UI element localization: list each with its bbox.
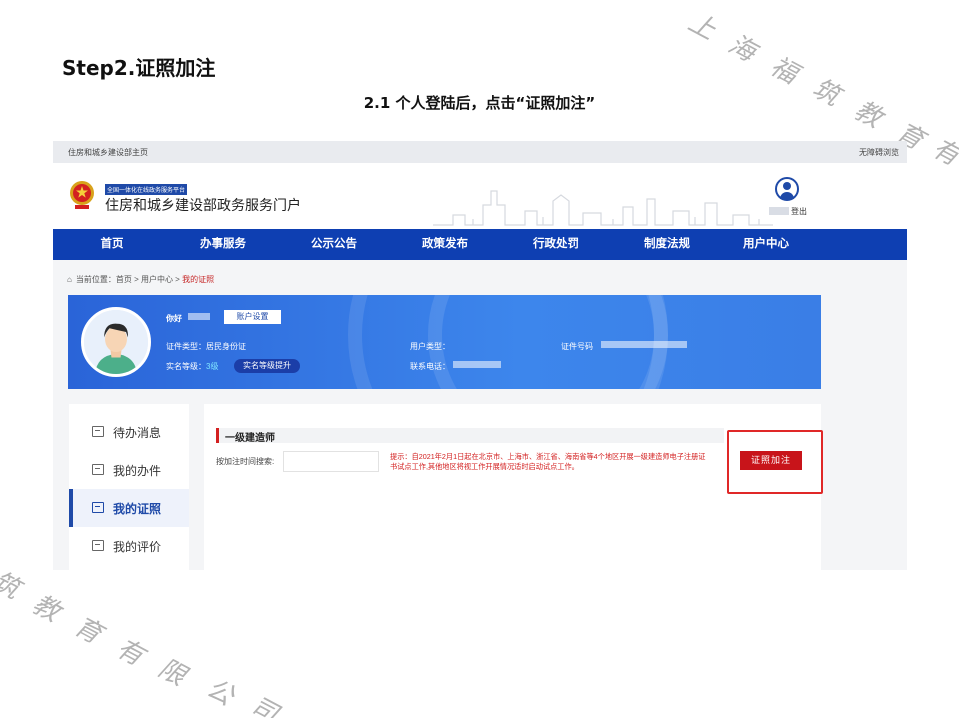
- username-blurred: [769, 207, 789, 215]
- watermark-char: 公: [201, 673, 239, 713]
- document-icon: [92, 464, 104, 475]
- city-skyline-icon: [433, 190, 773, 226]
- nav-regulations[interactable]: 制度法规: [627, 229, 707, 260]
- pilot-notice: 提示：自2021年2月1日起在北京市、上海市、浙江省、海南省等4个地区开展一级建…: [390, 452, 706, 471]
- panel-title: 一级建造师: [225, 433, 275, 444]
- sidebar-item-my-certificates[interactable]: 我的证照: [69, 489, 189, 527]
- breadcrumb-path[interactable]: 当前位置：首页 > 用户中心 >: [76, 275, 182, 284]
- name-blurred: [188, 313, 210, 320]
- nav-services[interactable]: 办事服务: [183, 229, 263, 260]
- search-date-input[interactable]: [283, 451, 379, 472]
- watermark-char: 上: [683, 7, 721, 47]
- id-type: 证件类型：居民身份证: [166, 342, 246, 351]
- phone: 联系电话：: [410, 362, 450, 371]
- nav-penalties[interactable]: 行政处罚: [516, 229, 596, 260]
- watermark-char: 司: [245, 691, 283, 718]
- profile-card: 你好 账户设置 证件类型：居民身份证 实名等级：3级 实名等级提升 用户类型： …: [68, 295, 821, 389]
- watermark-char: 有: [111, 633, 149, 673]
- breadcrumb: ⌂ 当前位置：首页 > 用户中心 > 我的证照: [67, 274, 214, 285]
- watermark-char: 海: [723, 29, 761, 69]
- sidebar-item-messages[interactable]: 待办消息: [69, 413, 189, 451]
- site-banner: 全国一体化在线政务服务平台 住房和城乡建设部政务服务门户 登出: [53, 163, 907, 229]
- message-icon: [92, 426, 104, 437]
- profile-avatar: [81, 307, 151, 377]
- certificate-icon: [92, 502, 104, 513]
- watermark-char: 福: [765, 51, 803, 91]
- sidebar-item-label: 我的评价: [113, 540, 162, 554]
- id-number-label: 证件号码: [561, 342, 593, 351]
- slide-title: Step2.证照加注: [62, 56, 216, 80]
- breadcrumb-current: 我的证照: [182, 275, 215, 284]
- website-screenshot: 住房和城乡建设部主页 无障碍浏览 全国一体化在线政务服务平台 住房和城乡建设部政…: [53, 141, 907, 570]
- realname-level: 实名等级：3级: [166, 361, 218, 372]
- search-label: 按加注时间搜索:: [216, 457, 275, 466]
- user-type: 用户类型：: [410, 342, 450, 351]
- realname-level-value: 3级: [206, 362, 219, 371]
- platform-tag: 全国一体化在线政务服务平台: [105, 184, 188, 195]
- user-avatar-icon[interactable]: [775, 177, 799, 201]
- id-number-blurred: [601, 341, 687, 348]
- top-strip: 住房和城乡建设部主页 无障碍浏览: [53, 141, 907, 163]
- national-emblem-icon: [70, 181, 94, 209]
- account-settings-button[interactable]: 账户设置: [224, 310, 281, 324]
- comment-icon: [92, 540, 104, 551]
- watermark-char: 育: [69, 611, 107, 651]
- sidebar-item-my-reviews[interactable]: 我的评价: [69, 527, 189, 565]
- watermark-char: 筑: [0, 566, 25, 606]
- portal-name[interactable]: 住房和城乡建设部政务服务门户: [105, 195, 301, 215]
- level-upgrade-button[interactable]: 实名等级提升: [234, 359, 300, 373]
- logout-link[interactable]: 登出: [791, 206, 807, 217]
- watermark-char: 教: [27, 589, 65, 629]
- sidebar-item-label: 待办消息: [113, 426, 162, 440]
- nav-announcements[interactable]: 公示公告: [294, 229, 374, 260]
- highlight-box: [727, 430, 823, 494]
- greeting: 你好: [166, 314, 182, 323]
- main-nav: 首页 办事服务 公示公告 政策发布 行政处罚 制度法规 用户中心: [53, 229, 907, 260]
- phone-blurred: [453, 361, 501, 368]
- user-sidebar: 待办消息 我的办件 我的证照 我的评价: [69, 404, 189, 570]
- person-avatar-icon: [84, 310, 148, 374]
- nav-user-center[interactable]: 用户中心: [726, 229, 806, 260]
- sidebar-item-label: 我的办件: [113, 464, 162, 478]
- nav-policies[interactable]: 政策发布: [405, 229, 485, 260]
- accessibility-link[interactable]: 无障碍浏览: [859, 147, 899, 158]
- watermark-char: 有: [927, 133, 959, 173]
- nav-home[interactable]: 首页: [72, 229, 152, 260]
- home-icon[interactable]: ⌂: [67, 275, 72, 284]
- sidebar-item-my-cases[interactable]: 我的办件: [69, 451, 189, 489]
- realname-level-label: 实名等级：: [166, 362, 206, 371]
- panel-header: 一级建造师: [216, 428, 724, 444]
- sidebar-item-label: 我的证照: [113, 502, 162, 516]
- watermark-char: 限: [153, 653, 191, 693]
- ministry-home-link[interactable]: 住房和城乡建设部主页: [68, 147, 148, 158]
